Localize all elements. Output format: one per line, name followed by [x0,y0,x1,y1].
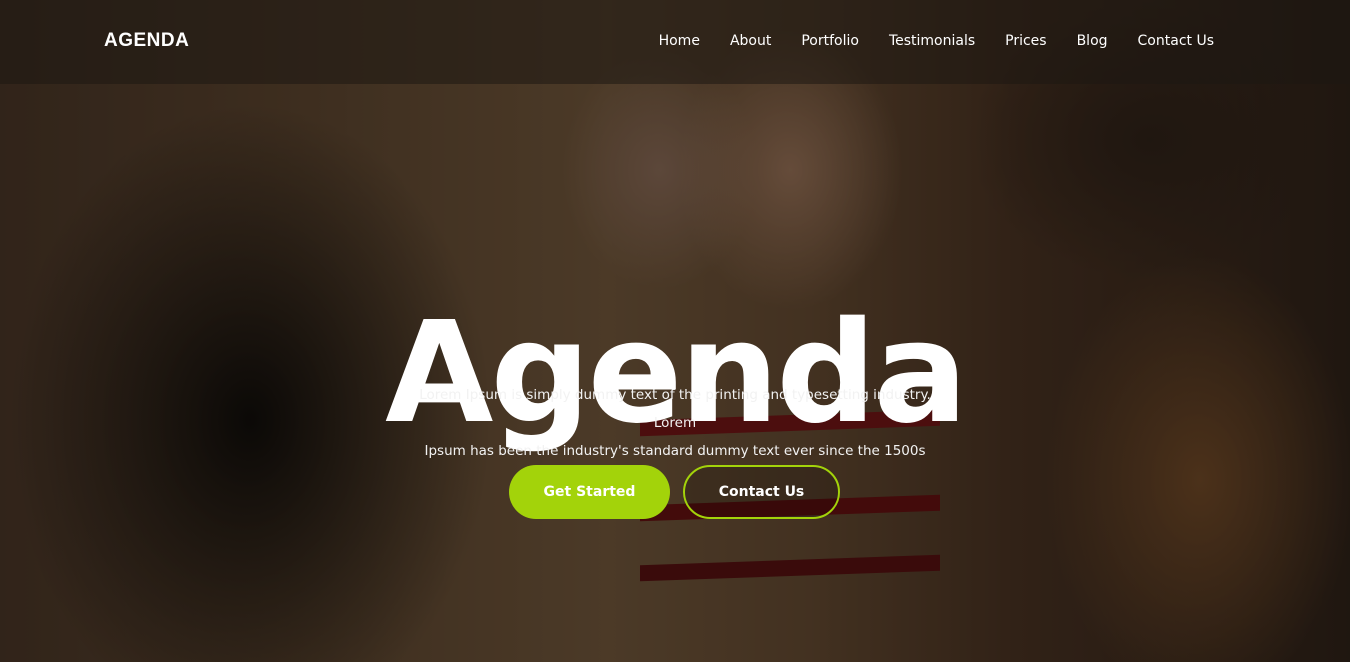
nav-link-testimonials[interactable]: Testimonials [889,33,975,49]
nav-link-home[interactable]: Home [659,33,700,49]
get-started-button[interactable]: Get Started [509,465,670,519]
site-logo[interactable]: AGENDA [104,30,189,52]
top-navbar: AGENDA Home About Portfolio Testimonials… [0,0,1350,84]
nav-link-prices[interactable]: Prices [1005,33,1046,49]
hero-description-line: Lorem Ipsum is simply dummy text of the … [419,387,931,431]
nav-link-contact[interactable]: Contact Us [1138,33,1214,49]
nav-link-portfolio[interactable]: Portfolio [801,33,859,49]
hero-description-line: Ipsum has been the industry's standard d… [424,443,926,459]
contact-us-button[interactable]: Contact Us [683,465,840,519]
hero-description: Lorem Ipsum is simply dummy text of the … [405,381,945,465]
nav-link-blog[interactable]: Blog [1077,33,1108,49]
main-nav: Home About Portfolio Testimonials Prices… [659,33,1214,49]
nav-link-about[interactable]: About [730,33,771,49]
